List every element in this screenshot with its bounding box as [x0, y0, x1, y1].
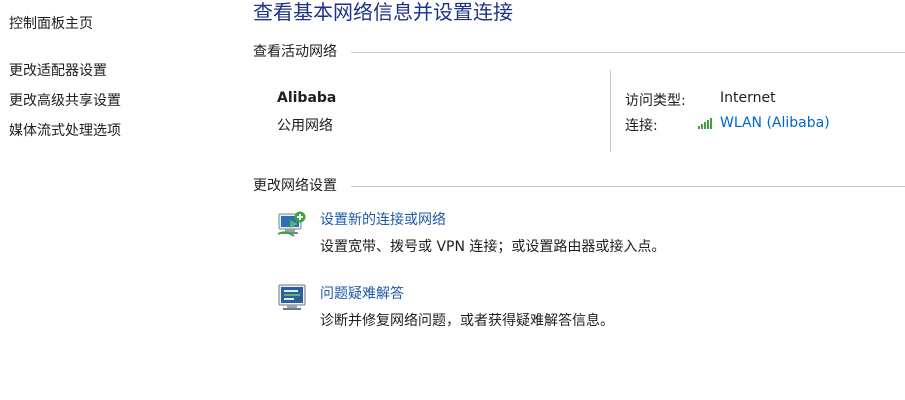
network-setup-icon	[276, 208, 308, 240]
connections-label: 连接:	[625, 118, 658, 134]
access-type-value: Internet	[720, 90, 776, 106]
active-networks-header: 查看活动网络	[253, 43, 905, 61]
sidebar-item-change-adapter-settings[interactable]: 更改适配器设置	[9, 60, 107, 80]
troubleshoot-problems-description: 诊断并修复网络问题，或者获得疑难解答信息。	[320, 313, 614, 329]
sidebar-item-media-streaming-options[interactable]: 媒体流式处理选项	[9, 120, 121, 140]
left-nav-pane: 控制面板主页 更改适配器设置 更改高级共享设置 媒体流式处理选项	[0, 0, 240, 400]
access-type-label: 访问类型:	[625, 93, 686, 109]
page-title: 查看基本网络信息并设置连接	[253, 0, 513, 24]
active-networks-header-label: 查看活动网络	[253, 44, 337, 60]
troubleshoot-problems-link[interactable]: 问题疑难解答	[320, 283, 404, 303]
setup-new-connection-description: 设置宽带、拨号或 VPN 连接；或设置路由器或接入点。	[320, 239, 666, 255]
sidebar-item-change-advanced-sharing[interactable]: 更改高级共享设置	[9, 90, 121, 110]
vertical-divider	[610, 70, 611, 152]
sidebar-item-control-panel-home[interactable]: 控制面板主页	[9, 13, 93, 33]
active-networks-header-rule	[351, 52, 905, 53]
network-name: Alibaba	[277, 90, 337, 106]
network-type: 公用网络	[277, 118, 333, 134]
wlan-connection-label: WLAN (Alibaba)	[720, 115, 830, 131]
wlan-connection-link[interactable]: WLAN (Alibaba)	[696, 115, 830, 131]
change-settings-header-label: 更改网络设置	[253, 178, 337, 194]
change-settings-header-rule	[351, 186, 905, 187]
change-settings-header: 更改网络设置	[253, 177, 905, 195]
troubleshoot-icon	[276, 281, 308, 313]
wifi-signal-icon	[696, 116, 714, 130]
setup-new-connection-link[interactable]: 设置新的连接或网络	[320, 209, 446, 229]
